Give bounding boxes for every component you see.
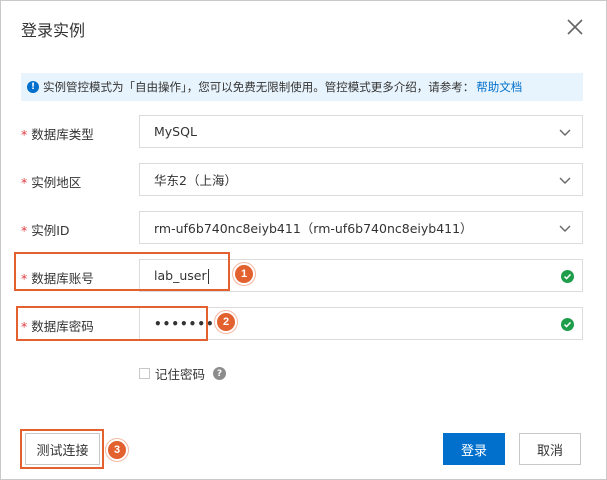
text-caret [207,268,209,284]
required-mark: * [21,271,28,286]
db-type-label: * 数据库类型 [21,124,94,143]
required-mark: * [21,223,28,238]
password-label: * 数据库密码 [21,316,94,335]
dialog-title: 登录实例 [21,21,86,40]
notice-text: 实例管控模式为「自由操作」，您可以免费无限制使用。管控模式更多介绍，请参考： [43,80,475,94]
check-circle-icon [561,270,574,283]
close-icon[interactable] [566,18,584,36]
instance-id-label-text: 实例ID [31,223,70,238]
required-mark: * [21,127,28,142]
region-label: * 实例地区 [21,172,81,191]
login-button[interactable]: 登录 [443,433,505,465]
account-label-text: 数据库账号 [31,271,94,286]
login-instance-dialog: 登录实例 ! 实例管控模式为「自由操作」，您可以免费无限制使用。管控模式更多介绍… [0,0,607,480]
password-label-text: 数据库密码 [31,319,94,334]
password-input[interactable]: •••••••• [139,307,583,340]
check-circle-icon [561,318,574,331]
step-badge-1: 1 [233,263,255,285]
cancel-button[interactable]: 取消 [519,433,581,465]
required-mark: * [21,175,28,190]
chevron-down-icon [558,221,572,235]
region-value: 华东2（上海） [154,173,237,188]
help-icon[interactable]: ? [213,367,227,380]
instance-id-value: rm-uf6b740nc8eiyb411（rm-uf6b740nc8eiyb41… [154,221,473,236]
remember-password-label: 记住密码 [155,367,206,382]
region-select[interactable]: 华东2（上海） [139,163,583,196]
account-value-wrap: lab_user [154,268,582,284]
test-connection-button[interactable]: 测试连接 [25,433,100,465]
db-type-value: MySQL [154,124,197,139]
instance-id-select[interactable]: rm-uf6b740nc8eiyb411（rm-uf6b740nc8eiyb41… [139,211,583,244]
chevron-down-icon [558,125,572,139]
step-badge-2: 2 [215,311,237,333]
control-mode-notice: ! 实例管控模式为「自由操作」，您可以免费无限制使用。管控模式更多介绍，请参考：… [21,73,583,101]
db-type-label-text: 数据库类型 [31,127,94,142]
chevron-down-icon [558,173,572,187]
instance-id-label: * 实例ID [21,220,70,239]
remember-password[interactable]: 记住密码 ? [139,364,227,383]
info-icon: ! [27,81,39,93]
account-input[interactable]: lab_user [139,259,583,292]
region-label-text: 实例地区 [31,175,82,190]
account-label: * 数据库账号 [21,268,94,287]
help-doc-link[interactable]: 帮助文档 [476,79,522,95]
remember-password-checkbox[interactable] [139,368,150,379]
db-type-select[interactable]: MySQL [139,115,583,148]
required-mark: * [21,319,28,334]
step-badge-3: 3 [106,439,128,461]
account-value: lab_user [154,267,207,283]
